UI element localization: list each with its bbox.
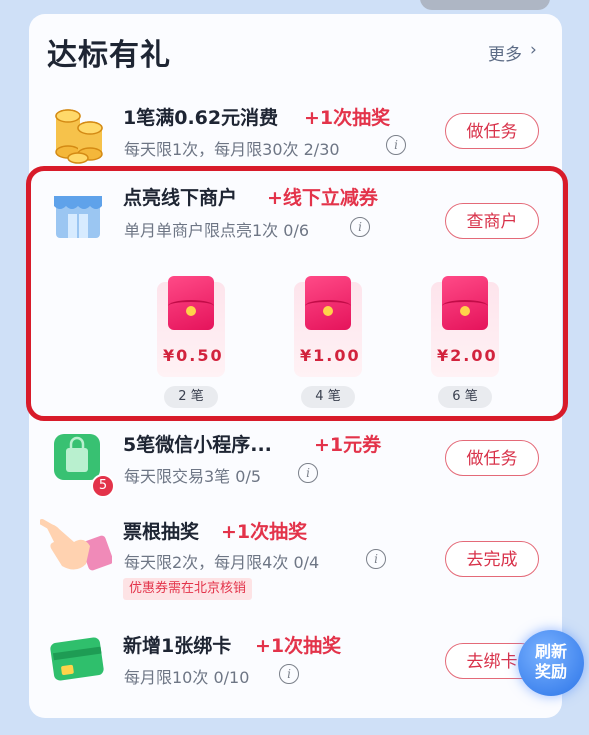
task-reward: +1次抽奖 (255, 635, 342, 657)
info-icon[interactable]: i (298, 463, 318, 483)
refresh-label-1: 刷新 (534, 642, 567, 661)
task-limit: 每天限1次，每月限30次 2/30 (124, 140, 340, 159)
task-reward: +1次抽奖 (304, 107, 391, 129)
chevron-right-icon[interactable]: › (530, 40, 537, 60)
task-limit: 每天限2次，每月限4次 0/4 (124, 553, 320, 572)
task-limit: 每月限10次 0/10 (124, 668, 250, 687)
refresh-label-2: 奖励 (534, 662, 567, 681)
top-bar-fragment (420, 0, 550, 10)
pointing-hand-icon (40, 519, 112, 571)
refresh-rewards-button[interactable]: 刷新 奖励 (518, 630, 584, 696)
task-title: 新增1张绑卡 (123, 635, 232, 657)
info-icon[interactable]: i (386, 135, 406, 155)
notification-badge: 5 (91, 474, 115, 498)
complete-button[interactable]: 去完成 (445, 541, 539, 577)
task-title: 票根抽奖 (123, 521, 200, 543)
info-icon[interactable]: i (366, 549, 386, 569)
task-title: 1笔满0.62元消费 (123, 107, 279, 129)
do-task-button[interactable]: 做任务 (445, 440, 539, 476)
highlight-frame (26, 166, 568, 421)
task-reward: +1元券 (314, 434, 382, 456)
bank-card-icon (50, 637, 104, 681)
more-link[interactable]: 更多 (488, 40, 522, 65)
task-limit: 每天限交易3笔 0/5 (124, 467, 262, 486)
task-reward: +1次抽奖 (221, 521, 308, 543)
gold-coins-icon (55, 109, 103, 164)
do-task-button[interactable]: 做任务 (445, 113, 539, 149)
info-icon[interactable]: i (279, 664, 299, 684)
task-title: 5笔微信小程序... (123, 434, 272, 456)
section-title: 达标有礼 (47, 38, 171, 73)
region-tag: 优惠券需在北京核销 (123, 578, 253, 600)
